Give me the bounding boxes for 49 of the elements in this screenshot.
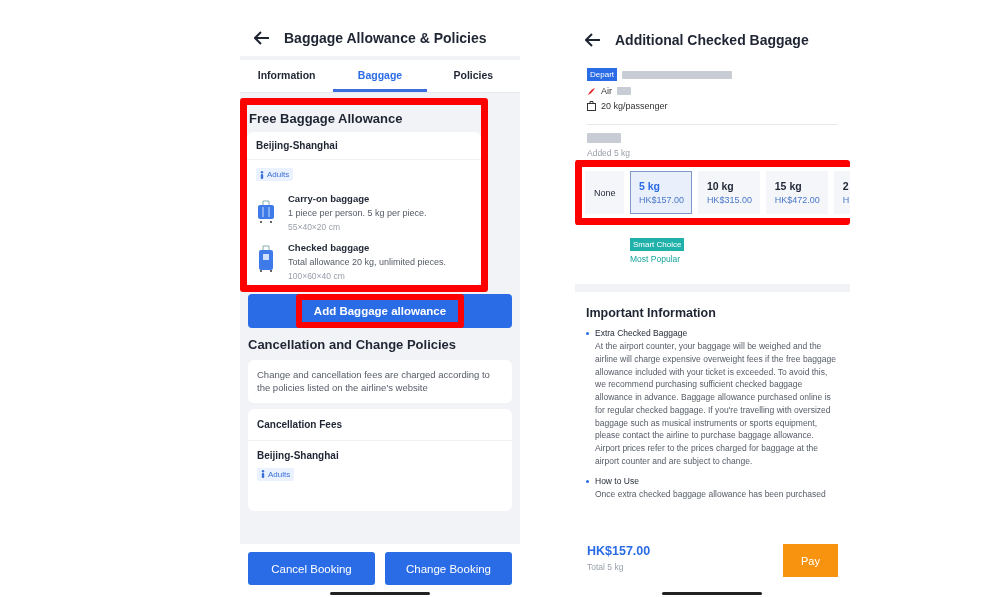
action-button[interactable]: Change Booking: [385, 552, 512, 585]
airline-logo-icon: [587, 86, 596, 96]
baggage-description: 1 piece per person. 5 kg per piece.: [288, 208, 427, 218]
weight-option[interactable]: 15 kg HK$472.00: [765, 171, 828, 214]
baggage-dimensions: 55×40×20 cm: [288, 222, 341, 232]
bullet-title: How to Use: [595, 475, 640, 486]
bullet-title: Extra Checked Baggage: [595, 328, 689, 338]
bullet-text: Once extra checked baggage allowance has been purchased: [595, 487, 826, 501]
baggage-description: Total allowance 20 kg, unlimited pieces.: [288, 257, 447, 267]
depart-badge: Depart: [587, 68, 617, 81]
baggage-icon: [587, 101, 596, 111]
weight-option[interactable]: 10 kg HK$315.00: [697, 171, 760, 214]
suitcase-icon: [256, 244, 276, 272]
airline-name: Air: [601, 86, 612, 96]
baggage-dimensions: 100×60×40 cm: [288, 271, 346, 281]
card-title: Cancellation Fees: [248, 408, 512, 441]
baggage-type: Carry-on baggage: [288, 193, 371, 204]
section-heading: Free Baggage Allowance: [248, 110, 404, 128]
back-arrow-icon[interactable]: [254, 31, 270, 45]
route-label: Beijing-Shanghai: [256, 448, 340, 461]
bullet-text: At the airport counter, your baggage will be weighed and the airline will charge expensive overweight fees if the free baggage allowance included with your ticket is exceeded. To avoid this, we recommend purchasing sufficient checked baggage allowance in advance. Baggage allowance purchased online is for regular checked baggage. If you're travelling with oversized baggage such as musical instruments or sports equipment, please contact the airline to purchase baggage allowance. Airport prices refer to the prices charged for baggage at the airport counter and are subject to change.: [595, 340, 837, 468]
smart-choice-tag: Smart Choice: [630, 238, 685, 251]
allowance-text: 20 kg/passenger: [601, 101, 668, 111]
screen-title: Baggage Allowance & Policies: [284, 30, 487, 46]
add-baggage-button[interactable]: Add Baggage allowance: [295, 294, 465, 328]
redacted-text: [617, 87, 631, 95]
passenger-label: Adults: [268, 469, 291, 479]
added-weight: Added 5 kg: [586, 148, 631, 158]
route-label: Beijing-Shanghai: [247, 132, 481, 160]
weight-option[interactable]: 2 H: [833, 171, 850, 214]
action-button[interactable]: Cancel Booking: [248, 552, 375, 585]
baggage-type: Checked baggage: [288, 242, 371, 253]
bullet-dot: [586, 332, 589, 335]
section-heading: Important Information: [586, 305, 717, 322]
total-price: HK$157.00: [587, 544, 651, 558]
screen-title: Additional Checked Baggage: [615, 32, 809, 48]
weight-option[interactable]: 5 kg HK$157.00: [629, 171, 692, 214]
tab[interactable]: Policies: [426, 60, 520, 92]
section-heading: Cancellation and Change Policies: [248, 336, 458, 354]
policy-note: Change and cancellation fees are charged according to the policies listed on the airline's website: [248, 360, 512, 403]
bullet-dot: [586, 479, 589, 483]
popularity-note: Most Popular: [630, 254, 682, 264]
passenger-label: Adults: [267, 170, 290, 179]
total-weight: Total 5 kg: [587, 562, 625, 572]
tab[interactable]: Information: [240, 60, 334, 92]
weight-option[interactable]: None: [585, 171, 624, 214]
back-arrow-icon[interactable]: [585, 33, 601, 47]
redacted-text: [587, 133, 621, 143]
tab[interactable]: Baggage: [333, 60, 427, 92]
